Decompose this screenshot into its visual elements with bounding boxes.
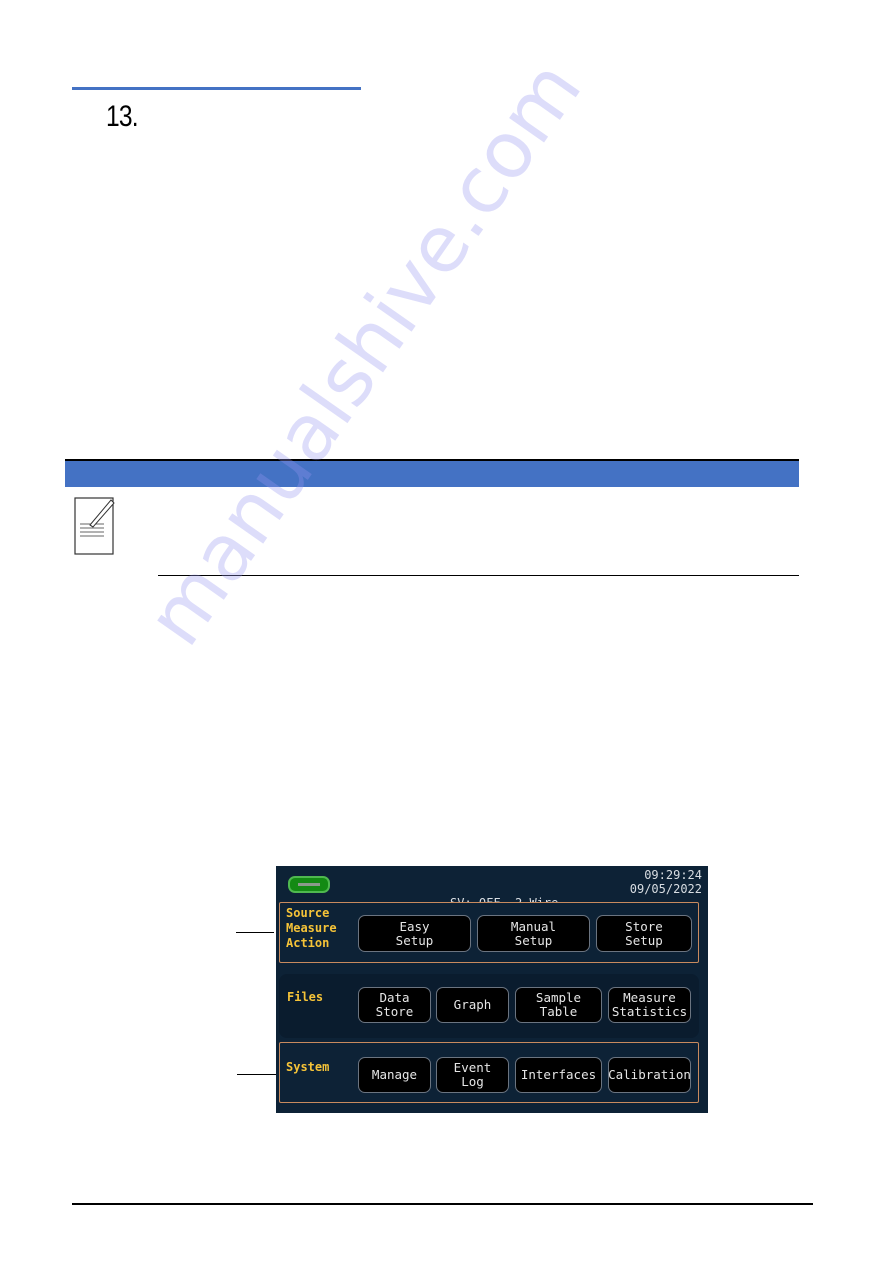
section-source-measure-action: Source Measure Action Easy Setup Manual …: [279, 902, 699, 963]
time: 09:29:24: [644, 868, 702, 882]
chapter-number: 13.: [106, 100, 139, 133]
manual-setup-button[interactable]: Manual Setup: [477, 915, 590, 952]
note-bottom-rule: [158, 575, 799, 576]
callout-line-source-measure: [236, 932, 274, 933]
footer-rule: [72, 1203, 813, 1205]
date: 09/05/2022: [629, 882, 702, 896]
calibration-button[interactable]: Calibration: [608, 1057, 691, 1093]
store-setup-button[interactable]: Store Setup: [596, 915, 692, 952]
heading-rule: [72, 87, 361, 90]
section-system: System Manage Event Log Interfaces Calib…: [279, 1042, 699, 1103]
sample-table-button[interactable]: Sample Table: [515, 987, 602, 1023]
section-label: Source Measure Action: [286, 906, 337, 950]
note-header-bar: [65, 461, 799, 487]
clock-readout: 09:29:24 09/05/2022: [630, 868, 702, 896]
interfaces-button[interactable]: Interfaces: [515, 1057, 602, 1093]
device-screen: SV: OFF, 2 Wire 0V/100µA 09:29:24 09/05/…: [276, 866, 708, 1113]
measure-statistics-button[interactable]: Measure Statistics: [608, 987, 691, 1023]
section-files: Files Data Store Graph Sample Table Meas…: [279, 974, 699, 1038]
easy-setup-button[interactable]: Easy Setup: [358, 915, 471, 952]
section-label: System: [286, 1060, 330, 1074]
manage-button[interactable]: Manage: [358, 1057, 431, 1093]
graph-button[interactable]: Graph: [436, 987, 509, 1023]
battery-icon: [288, 876, 330, 893]
battery-level: [298, 883, 320, 886]
event-log-button[interactable]: Event Log: [436, 1057, 509, 1093]
data-store-button[interactable]: Data Store: [358, 987, 431, 1023]
section-label: Files: [287, 990, 324, 1004]
note-pencil-icon: [74, 494, 116, 556]
watermark: manualshive.com: [130, 45, 600, 662]
callout-line-system: [237, 1074, 281, 1075]
